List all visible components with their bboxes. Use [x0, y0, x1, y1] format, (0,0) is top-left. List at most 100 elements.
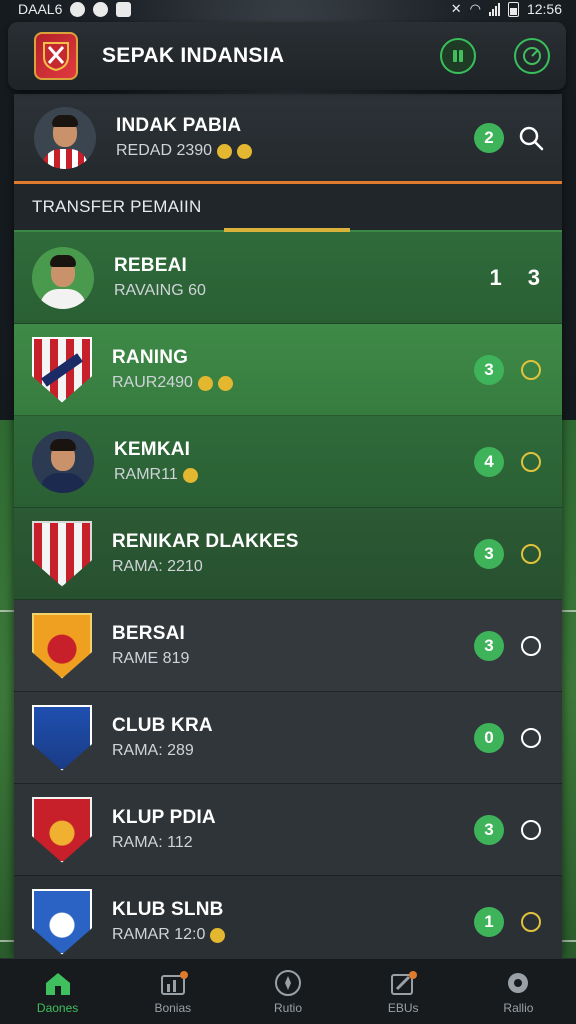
refresh-icon	[521, 635, 541, 656]
item-sub: RAUR2490	[112, 374, 193, 391]
item-badge: 3	[474, 538, 504, 569]
medal-icon	[237, 143, 253, 159]
club-crest	[32, 888, 92, 955]
smile-icon	[210, 927, 226, 943]
list-item[interactable]: KLUB SLNB RAMAR 12:0 1	[14, 876, 562, 958]
bottom-nav: Daones Bonias Rutio EBUs Rallio	[0, 958, 576, 1024]
refresh-button[interactable]	[516, 539, 546, 569]
club-crest	[32, 796, 92, 863]
nav-item-rutio[interactable]: Rutio	[230, 959, 345, 1024]
item-name: RENIKAR DLAKKES	[112, 531, 299, 552]
club-crest	[32, 704, 92, 771]
featured-avatar	[34, 106, 96, 169]
section-title: TRANSFER PEMAIIN	[32, 197, 202, 216]
settings-icon	[502, 969, 534, 997]
nav-label: Rutio	[274, 1000, 303, 1015]
refresh-button[interactable]	[516, 631, 546, 661]
nav-label: Daones	[36, 1000, 79, 1015]
refresh-button[interactable]	[516, 907, 546, 937]
item-sub: RAVAING 60	[114, 282, 206, 299]
refresh-icon	[521, 543, 541, 564]
pause-icon	[453, 50, 463, 62]
club-crest	[32, 520, 92, 587]
refresh-icon	[521, 911, 541, 932]
refresh-button[interactable]	[516, 447, 546, 477]
alert-icon	[93, 1, 109, 17]
list-item[interactable]: BERSAI RAME 819 3	[14, 600, 562, 692]
carrier-label: DAAL6	[18, 1, 63, 17]
item-badge: 3	[474, 354, 504, 385]
item-sub: RAME 819	[112, 650, 190, 667]
item-badge: 1	[474, 906, 504, 937]
nav-item-bonias[interactable]: Bonias	[115, 959, 230, 1024]
list-item[interactable]: KLUP PDIA RAMA: 112 3	[14, 784, 562, 876]
tab-indicator	[224, 228, 350, 232]
featured-sub: REDAD 2390	[116, 142, 213, 159]
refresh-icon	[521, 819, 541, 840]
item-sub: RAMA: 112	[112, 834, 193, 851]
list-item[interactable]: REBEAI RAVAING 60 1 3	[14, 232, 562, 324]
item-name: BERSAI	[112, 623, 185, 644]
mute-icon: ✕	[450, 1, 462, 16]
item-sub: RAMAR 12:0	[112, 926, 206, 943]
item-sub: RAMA: 2210	[112, 558, 203, 575]
item-name: KLUB SLNB	[112, 899, 224, 920]
notification-icon	[70, 1, 86, 17]
app-logo	[34, 32, 78, 80]
list-item[interactable]: RANING RAUR2490 3	[14, 324, 562, 416]
section-header: TRANSFER PEMAIIN	[14, 184, 562, 232]
list-item[interactable]: KEMKAI RAMR11 4	[14, 416, 562, 508]
list-item[interactable]: CLUB KRA RAMA: 289 0	[14, 692, 562, 784]
signal-icon	[488, 2, 500, 16]
search-button[interactable]	[516, 123, 546, 153]
app-icon	[116, 1, 132, 17]
item-name: KLUP PDIA	[112, 807, 216, 828]
featured-badge: 2	[474, 122, 504, 153]
app-title: SEPAK INDANSIA	[102, 44, 285, 67]
list-item[interactable]: RENIKAR DLAKKES RAMA: 2210 3	[14, 508, 562, 600]
item-count: 1	[489, 264, 502, 290]
nav-item-rallio[interactable]: Rallio	[461, 959, 576, 1024]
featured-name: INDAK PABIA	[116, 115, 242, 136]
shield-icon	[43, 42, 69, 71]
item-badge: 4	[474, 446, 504, 477]
chart-icon	[157, 969, 189, 997]
item-sub: RAMR11	[114, 466, 178, 483]
wifi-icon: ◠	[469, 1, 481, 16]
refresh-button[interactable]	[516, 815, 546, 845]
item-name: CLUB KRA	[112, 715, 213, 736]
refresh-button[interactable]	[516, 355, 546, 385]
refresh-button[interactable]	[516, 723, 546, 753]
refresh-icon	[521, 451, 541, 472]
nav-item-ebus[interactable]: EBUs	[346, 959, 461, 1024]
item-badge: 3	[474, 630, 504, 661]
battery-icon	[507, 1, 519, 17]
item-sub: RAMA: 289	[112, 742, 194, 759]
pause-button[interactable]	[440, 38, 476, 74]
player-avatar	[32, 246, 94, 309]
item-badge: 0	[474, 722, 504, 753]
home-icon	[42, 969, 74, 997]
item-rank: 3	[527, 264, 540, 290]
smile-icon	[217, 143, 233, 159]
smile-icon	[197, 375, 213, 391]
item-name: KEMKAI	[114, 439, 191, 460]
nav-label: EBUs	[387, 1000, 419, 1015]
timer-button[interactable]	[514, 38, 550, 74]
nav-item-home[interactable]: Daones	[0, 959, 115, 1024]
player-avatar	[32, 430, 94, 493]
nav-label: Bonias	[154, 1000, 192, 1015]
item-badge: 3	[474, 814, 504, 845]
featured-player[interactable]: INDAK PABIA REDAD 2390 2	[14, 94, 562, 184]
smile-icon	[182, 467, 198, 483]
edit-icon	[387, 969, 419, 997]
compass-icon	[272, 969, 304, 997]
club-crest	[32, 336, 92, 403]
refresh-icon	[521, 727, 541, 748]
item-name: REBEAI	[114, 255, 187, 276]
transfer-panel: INDAK PABIA REDAD 2390 2 TRANSFER PEMAII…	[14, 94, 562, 958]
nav-label: Rallio	[503, 1000, 534, 1015]
timer-icon	[523, 47, 541, 65]
clock: 12:56	[526, 1, 562, 17]
status-bar: DAAL6 ✕ ◠ 12:56	[0, 0, 576, 18]
